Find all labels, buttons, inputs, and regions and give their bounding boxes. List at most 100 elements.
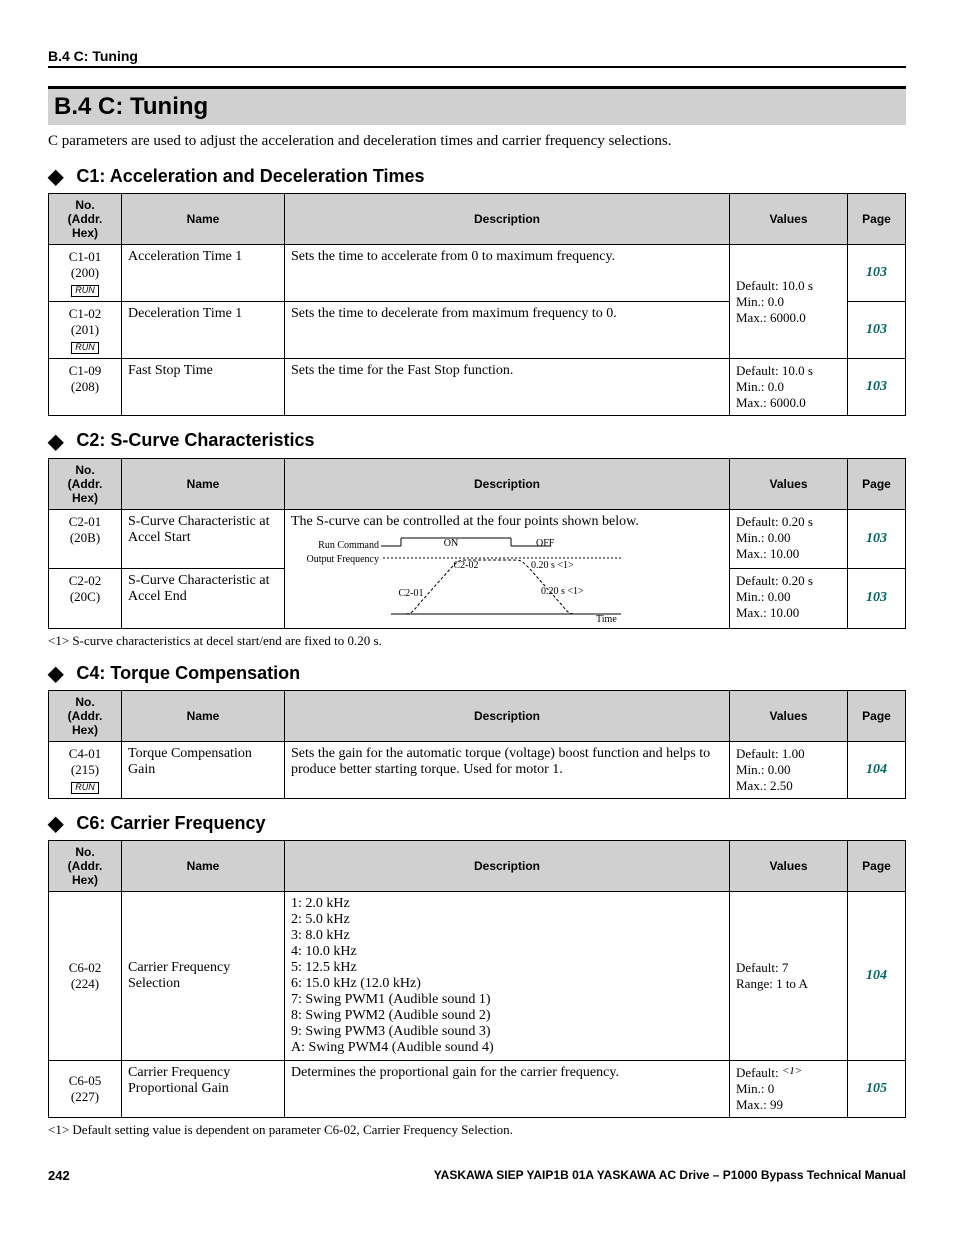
manual-id: YASKAWA SIEP YAIP1B 01A YASKAWA AC Drive…	[434, 1168, 906, 1182]
label-off: OFF	[536, 538, 555, 549]
param-name: Torque Compensation Gain	[122, 741, 285, 798]
param-no: C6-02	[69, 960, 102, 975]
subsection-c2-heading: ◆ C2: S-Curve Characteristics	[48, 430, 906, 451]
param-name: Carrier Frequency Selection	[122, 892, 285, 1061]
param-page: 105	[848, 1061, 906, 1118]
th-page: Page	[848, 690, 906, 741]
param-values: Default: 10.0 s Min.: 0.0 Max.: 6000.0	[730, 245, 848, 359]
param-desc: Determines the proportional gain for the…	[285, 1061, 730, 1118]
running-head: B.4 C: Tuning	[48, 48, 906, 68]
param-addr: (20B)	[70, 530, 100, 545]
param-desc: Sets the time to decelerate from maximum…	[285, 302, 730, 359]
param-addr: (227)	[71, 1089, 99, 1104]
param-no: C1-01	[69, 249, 102, 264]
label-note-c2-02: 0.20 s <1>	[531, 560, 574, 571]
param-page: 104	[848, 741, 906, 798]
param-no: C1-02	[69, 306, 102, 321]
label-on: ON	[444, 538, 458, 549]
param-page: 103	[848, 359, 906, 416]
th-desc: Description	[285, 458, 730, 509]
subsection-c6-title: C6: Carrier Frequency	[76, 813, 265, 833]
label-note-c2-01: 0.20 s <1>	[541, 586, 584, 597]
param-name: S-Curve Characteristic at Accel Start	[122, 509, 285, 569]
param-page: 104	[848, 892, 906, 1061]
label-time: Time	[596, 614, 617, 624]
th-no: No. (Addr. Hex)	[49, 690, 122, 741]
scurve-diagram: Run Command ON OFF Output Frequency C2-0…	[291, 534, 723, 624]
subsection-c4-title: C4: Torque Compensation	[76, 663, 300, 683]
table-c4: No. (Addr. Hex) Name Description Values …	[48, 690, 906, 799]
subsection-c1-heading: ◆ C1: Acceleration and Deceleration Time…	[48, 166, 906, 187]
param-no: C2-02	[69, 573, 102, 588]
table-c1: No. (Addr. Hex) Name Description Values …	[48, 193, 906, 416]
param-page: 103	[848, 302, 906, 359]
th-no: No. (Addr. Hex)	[49, 841, 122, 892]
subsection-c1-title: C1: Acceleration and Deceleration Times	[76, 166, 424, 186]
label-c2-02: C2-02	[454, 560, 479, 571]
th-name: Name	[122, 194, 285, 245]
th-no: No. (Addr. Hex)	[49, 458, 122, 509]
run-tag: RUN	[71, 782, 99, 794]
th-name: Name	[122, 458, 285, 509]
diamond-icon: ◆	[48, 432, 63, 452]
run-tag: RUN	[71, 285, 99, 297]
param-desc: The S-curve can be controlled at the fou…	[285, 509, 730, 628]
diamond-icon: ◆	[48, 664, 63, 684]
page-footer: 242 YASKAWA SIEP YAIP1B 01A YASKAWA AC D…	[48, 1168, 906, 1183]
subsection-c2-title: C2: S-Curve Characteristics	[76, 430, 314, 450]
param-desc: Sets the gain for the automatic torque (…	[285, 741, 730, 798]
diamond-icon: ◆	[48, 814, 63, 834]
param-addr: (200)	[71, 265, 99, 280]
table-row: C1-01 (200) RUN Acceleration Time 1 Sets…	[49, 245, 906, 302]
run-tag: RUN	[71, 342, 99, 354]
table-row: C6-02 (224) Carrier Frequency Selection …	[49, 892, 906, 1061]
th-name: Name	[122, 690, 285, 741]
table-c6: No. (Addr. Hex) Name Description Values …	[48, 840, 906, 1118]
th-values: Values	[730, 194, 848, 245]
th-page: Page	[848, 841, 906, 892]
param-desc: Sets the time for the Fast Stop function…	[285, 359, 730, 416]
th-page: Page	[848, 458, 906, 509]
param-page: 103	[848, 569, 906, 629]
table-row: C6-05 (227) Carrier Frequency Proportion…	[49, 1061, 906, 1118]
th-no: No. (Addr. Hex)	[49, 194, 122, 245]
param-addr: (215)	[71, 762, 99, 777]
th-page: Page	[848, 194, 906, 245]
subsection-c6-heading: ◆ C6: Carrier Frequency	[48, 813, 906, 834]
param-values: Default: 7 Range: 1 to A	[730, 892, 848, 1061]
param-name: Carrier Frequency Proportional Gain	[122, 1061, 285, 1118]
param-no: C4-01	[69, 746, 102, 761]
param-values: Default: <1> Min.: 0 Max.: 99	[730, 1061, 848, 1118]
th-name: Name	[122, 841, 285, 892]
diamond-icon: ◆	[48, 167, 63, 187]
label-output-freq: Output Frequency	[307, 554, 380, 565]
param-no: C2-01	[69, 514, 102, 529]
th-desc: Description	[285, 841, 730, 892]
footnote-c2: <1> S-curve characteristics at decel sta…	[48, 633, 906, 649]
subsection-c4-heading: ◆ C4: Torque Compensation	[48, 663, 906, 684]
section-title: B.4 C: Tuning	[48, 86, 906, 125]
param-name: S-Curve Characteristic at Accel End	[122, 569, 285, 629]
param-addr: (224)	[71, 976, 99, 991]
param-values: Default: 0.20 s Min.: 0.00 Max.: 10.00	[730, 569, 848, 629]
th-values: Values	[730, 690, 848, 741]
param-addr: (201)	[71, 322, 99, 337]
param-no: C6-05	[69, 1073, 102, 1088]
th-values: Values	[730, 458, 848, 509]
th-values: Values	[730, 841, 848, 892]
footnote-c6: <1> Default setting value is dependent o…	[48, 1122, 906, 1138]
param-no: C1-09	[69, 363, 102, 378]
table-row: C4-01 (215) RUN Torque Compensation Gain…	[49, 741, 906, 798]
param-page: 103	[848, 245, 906, 302]
param-desc: 1: 2.0 kHz 2: 5.0 kHz 3: 8.0 kHz 4: 10.0…	[285, 892, 730, 1061]
th-desc: Description	[285, 690, 730, 741]
param-name: Deceleration Time 1	[122, 302, 285, 359]
param-values: Default: 1.00 Min.: 0.00 Max.: 2.50	[730, 741, 848, 798]
desc-intro: The S-curve can be controlled at the fou…	[291, 514, 639, 529]
param-desc: Sets the time to accelerate from 0 to ma…	[285, 245, 730, 302]
label-run-command: Run Command	[318, 540, 379, 551]
table-row: C2-01 (20B) S-Curve Characteristic at Ac…	[49, 509, 906, 569]
param-name: Acceleration Time 1	[122, 245, 285, 302]
label-c2-01: C2-01	[399, 588, 424, 599]
table-c2: No. (Addr. Hex) Name Description Values …	[48, 458, 906, 629]
